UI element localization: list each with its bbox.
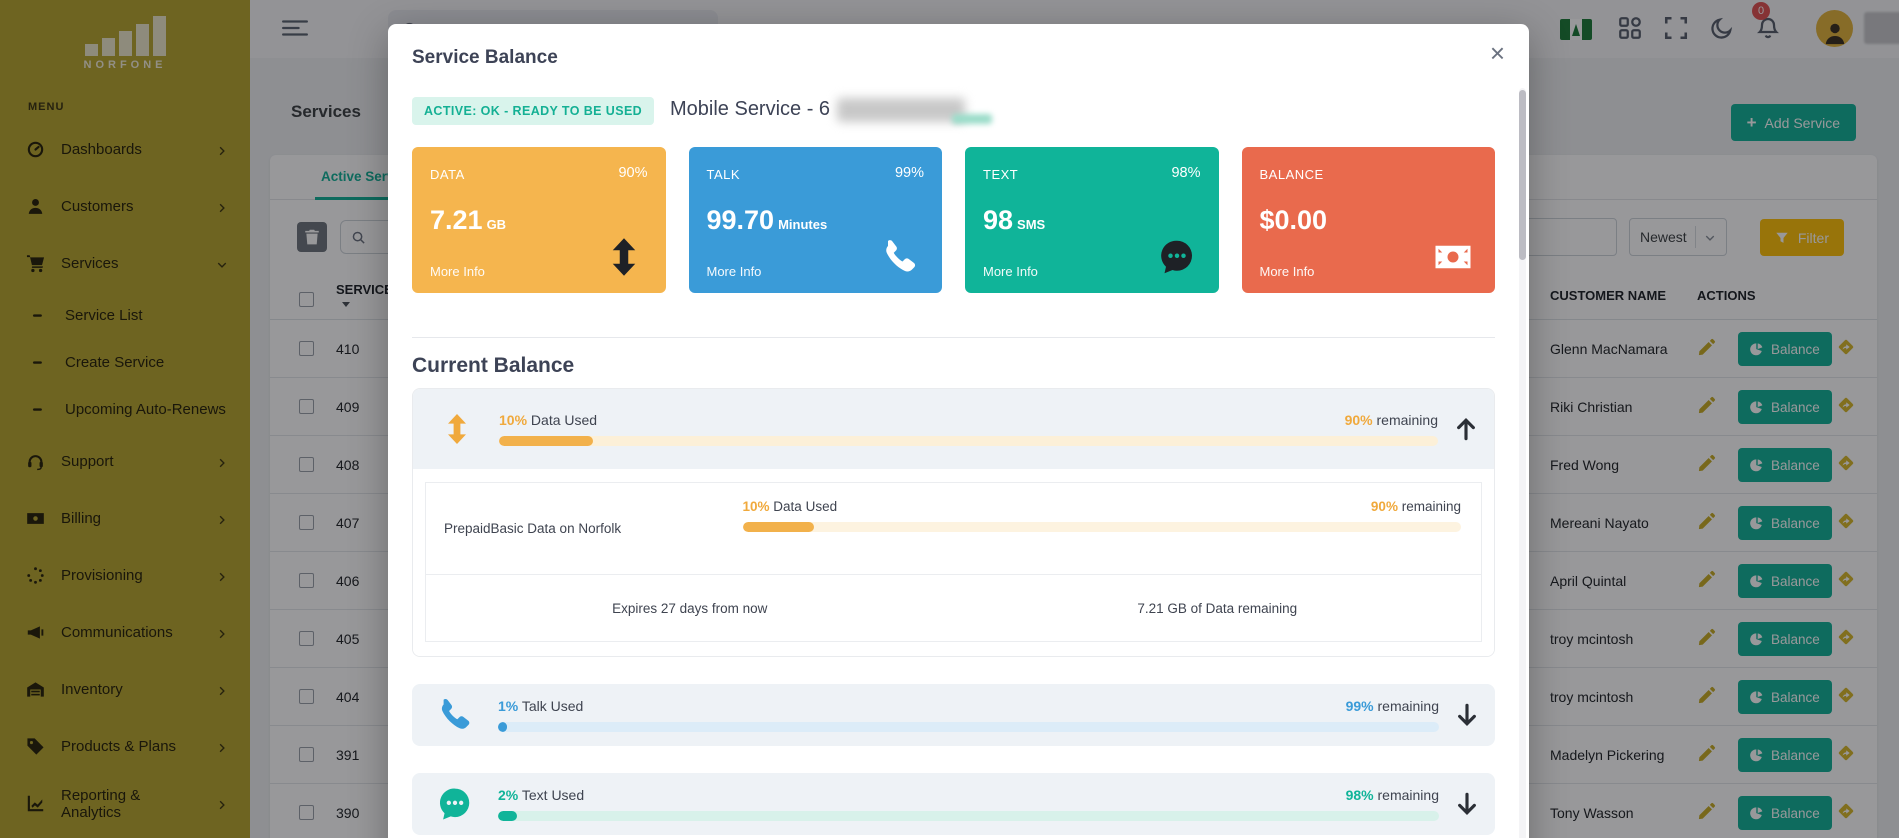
data-progress-fill (499, 436, 593, 446)
plan-name: PrepaidBasic Data on Norfolk (426, 483, 743, 574)
service-status-line: ACTIVE: OK - READY TO BE USED Mobile Ser… (412, 88, 1495, 134)
more-info-link[interactable]: More Info (707, 264, 762, 279)
card-label: DATA (430, 167, 648, 182)
remaining-text: 90% remaining (1371, 499, 1461, 514)
detail-progress-fill (743, 522, 815, 532)
usage-cards: DATA 90% 7.21GB More Info TALK 99% 99.70… (412, 147, 1495, 293)
banknote-icon (1433, 237, 1473, 277)
phone-icon (880, 237, 920, 277)
progress-fill (498, 811, 517, 821)
arrow-down-icon[interactable] (1453, 701, 1481, 729)
service-title: Mobile Service - 6 (670, 98, 830, 121)
expiry-text: Expires 27 days from now (426, 575, 954, 641)
detail-progress-track (743, 522, 1462, 532)
more-info-link[interactable]: More Info (430, 264, 485, 279)
updown-arrow-icon (604, 237, 644, 277)
phone-icon (436, 696, 474, 734)
chat-icon (1157, 237, 1197, 277)
usage-card: BALANCE $0.00 More Info (1242, 147, 1496, 293)
service-balance-modal: Service Balance × ACTIVE: OK - READY TO … (388, 24, 1529, 838)
remaining-text: 90% remaining (1345, 412, 1438, 428)
usage-card: TEXT 98% 98SMS More Info (965, 147, 1219, 293)
modal-title: Service Balance (412, 47, 558, 69)
remaining-text: 99% remaining (1346, 698, 1439, 714)
card-percent: 99% (895, 165, 924, 181)
card-label: TALK (707, 167, 925, 182)
arrow-down-icon[interactable] (1453, 790, 1481, 818)
progress-track (498, 722, 1439, 732)
balance-row: 2% Text Used 98% remaining (412, 773, 1495, 835)
card-value: 99.70Minutes (707, 205, 828, 236)
progress-track (498, 811, 1439, 821)
card-percent: 90% (618, 165, 647, 181)
chat-icon (436, 785, 474, 823)
card-value: 98SMS (983, 205, 1045, 236)
card-label: BALANCE (1260, 167, 1478, 182)
modal-scrollbar[interactable] (1519, 88, 1526, 838)
modal-header: Service Balance × (388, 24, 1529, 88)
data-balance-group: 10% Data Used 90% remaining PrepaidBasic… (412, 388, 1495, 657)
close-icon[interactable]: × (1490, 40, 1505, 66)
card-label: TEXT (983, 167, 1201, 182)
card-value: $0.00 (1260, 205, 1332, 236)
remaining-text: 98% remaining (1346, 787, 1439, 803)
more-info-link[interactable]: More Info (1260, 264, 1315, 279)
used-text: 10% Data Used (499, 412, 597, 428)
balance-row: 1% Talk Used 99% remaining (412, 684, 1495, 746)
updown-arrow-icon (441, 410, 473, 448)
modal-body: ACTIVE: OK - READY TO BE USED Mobile Ser… (412, 88, 1495, 835)
other-balance-rows: 1% Talk Used 99% remaining 2% Text U (412, 684, 1495, 835)
modal-scrollbar-thumb[interactable] (1519, 90, 1526, 260)
used-text: 2% Text Used (498, 787, 584, 803)
redacted-service-number (837, 98, 965, 122)
data-balance-detail: PrepaidBasic Data on Norfolk 10% Data Us… (413, 469, 1494, 656)
used-text: 1% Talk Used (498, 698, 583, 714)
data-progress-track (499, 436, 1438, 446)
divider (412, 337, 1495, 338)
usage-card: TALK 99% 99.70Minutes More Info (689, 147, 943, 293)
more-info-link[interactable]: More Info (983, 264, 1038, 279)
data-balance-row: 10% Data Used 90% remaining (413, 389, 1494, 469)
status-badge: ACTIVE: OK - READY TO BE USED (412, 97, 654, 125)
usage-card: DATA 90% 7.21GB More Info (412, 147, 666, 293)
card-percent: 98% (1171, 165, 1200, 181)
collapse-arrow-icon[interactable] (1452, 415, 1480, 443)
current-balance-heading: Current Balance (412, 354, 1495, 378)
progress-fill (498, 722, 507, 732)
redacted-highlight (952, 114, 992, 124)
used-text: 10% Data Used (743, 499, 838, 514)
card-value: 7.21GB (430, 205, 506, 236)
remaining-amount-text: 7.21 GB of Data remaining (954, 575, 1482, 641)
